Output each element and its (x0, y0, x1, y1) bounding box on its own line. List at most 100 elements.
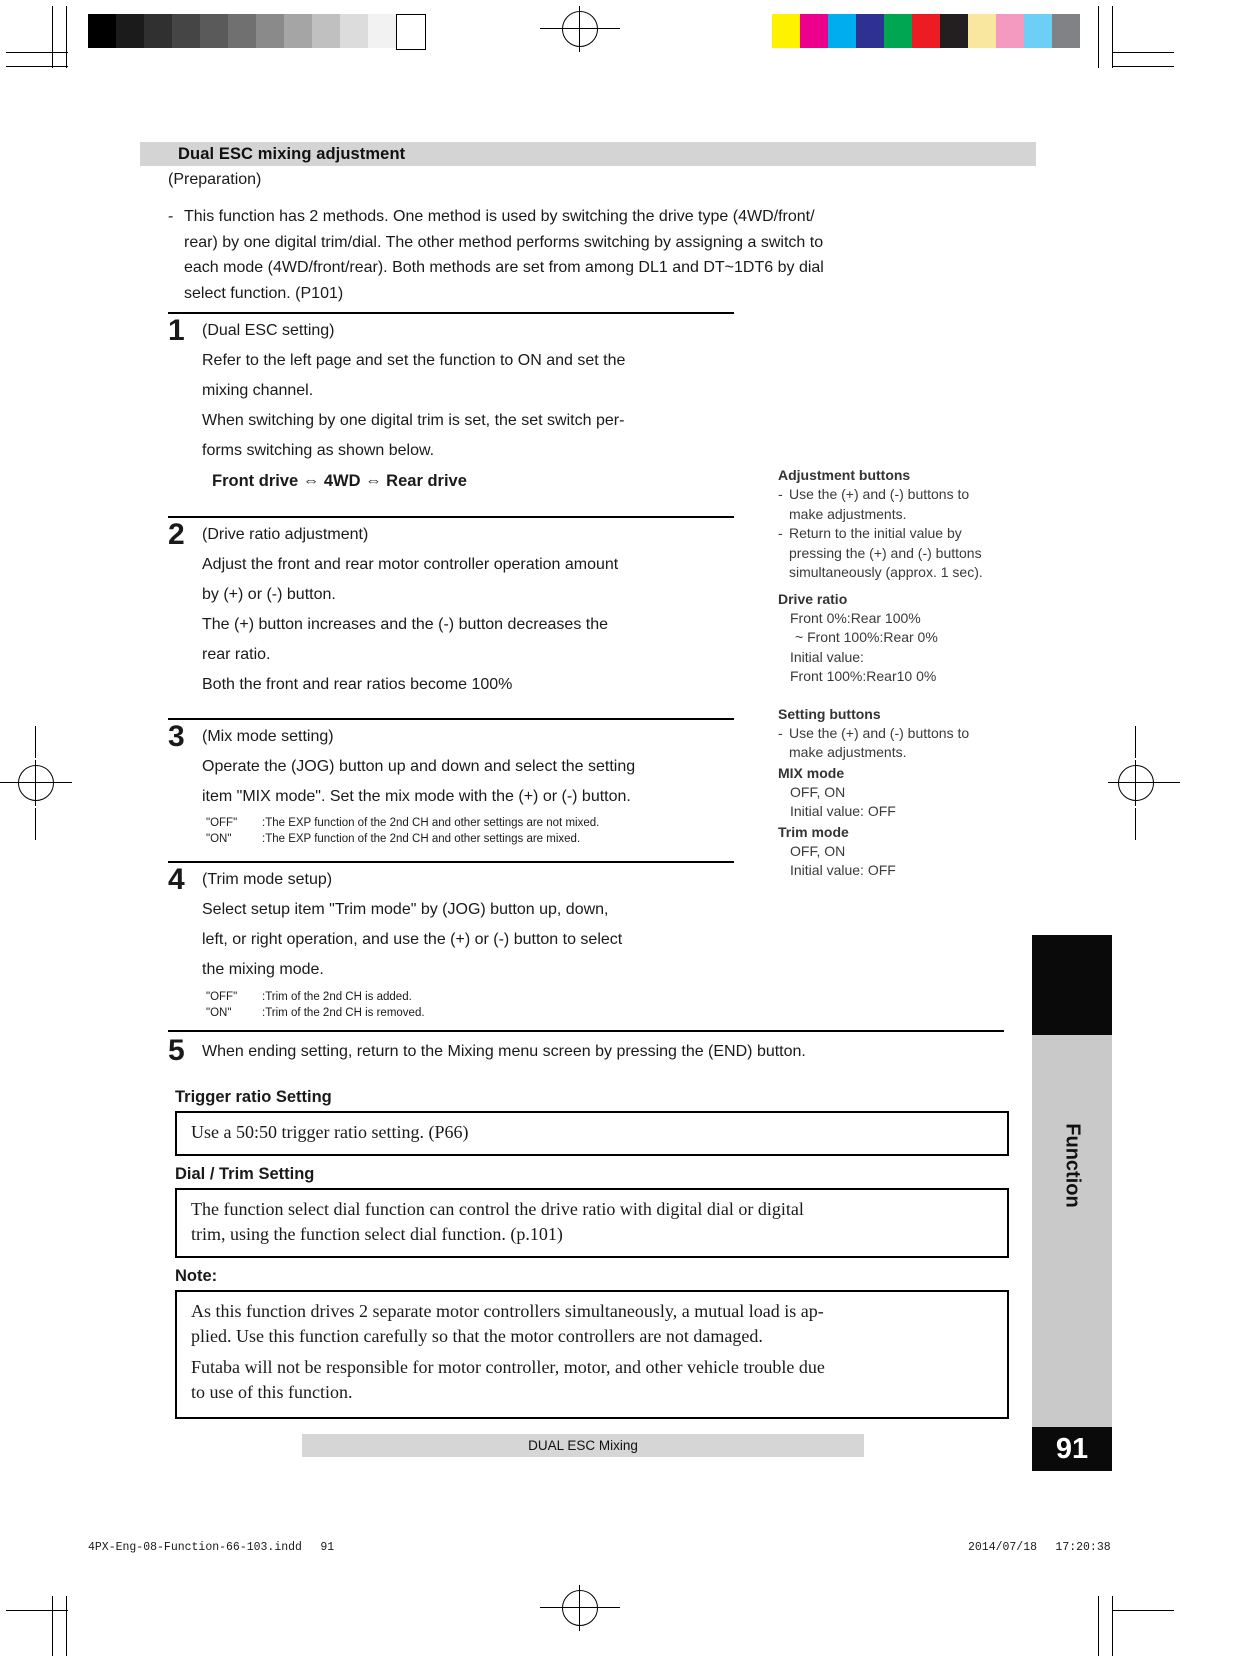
crop-mark-top-right-v (1112, 6, 1113, 68)
crop-mark-top-right-inner-h (1112, 66, 1174, 67)
dial-trim-line-1: The function select dial function can co… (191, 1199, 804, 1219)
legend-value: :The EXP function of the 2nd CH and othe… (262, 832, 581, 845)
step-3-title: (Mix mode setting) (202, 728, 334, 745)
lower-sections: Trigger ratio Setting Use a 50:50 trigge… (175, 1088, 1009, 1428)
step-4-para1-line1: Select setup item "Trim mode" by (JOG) b… (202, 901, 609, 918)
trim-mark-left-upper (35, 726, 36, 758)
greyscale-swatch-10 (368, 14, 396, 48)
step-1-para1-line2: mixing channel. (202, 382, 314, 399)
color-swatch-9 (1024, 14, 1052, 48)
preparation-text: This function has 2 methods. One method … (184, 204, 1004, 306)
bullet-dash: - (168, 208, 174, 225)
note-box: As this function drives 2 separate motor… (175, 1290, 1009, 1419)
color-swatch-4 (884, 14, 912, 48)
color-swatch-1 (800, 14, 828, 48)
registration-cross-bottom-h (540, 1607, 620, 1608)
color-swatch-3 (856, 14, 884, 48)
trigger-ratio-box: Use a 50:50 trigger ratio setting. (P66) (175, 1111, 1009, 1156)
chapter-tab-label: Function (1061, 1122, 1084, 1208)
preparation-line-1: This function has 2 methods. One method … (184, 208, 815, 225)
line: Return to the initial value by (789, 525, 962, 541)
mix-mode-line-1: OFF, ON (790, 783, 846, 800)
setting-bullet-1-text: Use the (+) and (-) buttons to make adju… (789, 724, 1018, 763)
step-2-para3: Both the front and rear ratios become 10… (202, 676, 513, 693)
adjustment-bullet-1: - Use the (+) and (-) buttons to make ad… (778, 485, 1018, 524)
step-2: 2 (Drive ratio adjustment) Adjust the fr… (168, 516, 734, 700)
adjustment-bullet-2-text: Return to the initial value by pressing … (789, 524, 1018, 583)
line: Use the (+) and (-) buttons to (789, 486, 970, 502)
line: Use the (+) and (-) buttons to (789, 724, 970, 741)
legend-key: "OFF" (206, 817, 238, 829)
legend-row: "OFF" :Trim of the 2nd CH is added. (206, 990, 734, 1006)
trim-mark-right-lower (1135, 808, 1136, 840)
greyscale-swatch-2 (144, 14, 172, 48)
crop-mark-top-right-inner-v (1098, 6, 1099, 68)
note-heading: Note: (175, 1267, 218, 1285)
registration-target-left (18, 765, 54, 801)
chapter-tab-marker (1032, 935, 1112, 1035)
drive-ratio-line-1: Front 0%:Rear 100% (790, 609, 921, 626)
trim-mode-line-2: Initial value: OFF (790, 862, 896, 878)
step-4-number: 4 (168, 863, 185, 896)
drive-ratio-line-4: Front 100%:Rear10 0% (790, 668, 937, 684)
color-calibration-strip (772, 14, 1080, 48)
preparation-bullet: - This function has 2 methods. One metho… (168, 204, 1004, 306)
registration-cross-left-v (35, 760, 36, 806)
registration-cross-right-v (1135, 760, 1136, 806)
greyscale-swatch-9 (340, 14, 368, 48)
legend-row: "ON" :Trim of the 2nd CH is removed. (206, 1006, 734, 1022)
step-2-para2-line1: The (+) button increases and the (-) but… (202, 616, 609, 633)
trim-mark-right-upper (1135, 726, 1136, 758)
note-section: Note: As this function drives 2 separate… (175, 1267, 1009, 1419)
crop-mark-top-left-inner-h (6, 66, 68, 67)
adjustment-bullet-1-text: Use the (+) and (-) buttons to make adju… (789, 485, 1018, 524)
dial-trim-box: The function select dial function can co… (175, 1188, 1009, 1258)
legend-value: :Trim of the 2nd CH is added. (262, 991, 412, 1003)
print-filename: 4PX-Eng-08-Function-66-103.indd 91 (88, 1541, 335, 1554)
greyscale-swatch-6 (256, 14, 284, 48)
step-3-para1-line2: item "MIX mode". Set the mix mode with t… (202, 788, 631, 805)
line: simultaneously (approx. 1 sec). (789, 564, 983, 580)
setting-buttons-heading: Setting buttons (778, 705, 881, 722)
crop-mark-top-left-inner-v (66, 6, 67, 68)
crop-mark-top-right-h (1112, 52, 1174, 53)
step-1-mid-heading: Front drive ⇔ 4WD ⇔ Rear drive (212, 472, 467, 490)
bullet-dash: - (778, 486, 783, 502)
bullet-dash: - (778, 724, 783, 741)
footer-caption: DUAL ESC Mixing (528, 1438, 638, 1453)
color-swatch-6 (940, 14, 968, 48)
step-5-number: 5 (168, 1034, 185, 1067)
dial-trim-line-2: trim, using the function select dial fun… (191, 1224, 563, 1244)
step-1-title: (Dual ESC setting) (202, 322, 335, 339)
preparation-line-4: select function. (P101) (184, 284, 344, 302)
step-3-para1-line1: Operate the (JOG) button up and down and… (202, 758, 636, 775)
step-4-para1-line3: the mixing mode. (202, 961, 324, 978)
step-2-para2-line2: rear ratio. (202, 646, 271, 663)
step-2-title: (Drive ratio adjustment) (202, 526, 369, 543)
registration-target-right (1118, 765, 1154, 801)
line: make adjustments. (789, 744, 907, 760)
greyscale-swatch-5 (228, 14, 256, 48)
trigger-ratio-section: Trigger ratio Setting Use a 50:50 trigge… (175, 1088, 1009, 1156)
step-2-number: 2 (168, 518, 185, 551)
crop-mark-bottom-right-h (1112, 1610, 1174, 1611)
note-para2-line1: Futaba will not be responsible for motor… (191, 1357, 825, 1377)
crop-mark-bottom-left-v (52, 1596, 53, 1656)
trim-mode-line-1: OFF, ON (790, 842, 846, 859)
step-2-para1-line2: by (+) or (-) button. (202, 586, 336, 603)
step-3-legend: "OFF" :The EXP function of the 2nd CH an… (168, 816, 734, 847)
step-1-para1-line1: Refer to the left page and set the funct… (202, 352, 626, 369)
line: make adjustments. (789, 505, 907, 522)
registration-cross-top-v (579, 6, 580, 52)
registration-cross-right-h (1108, 782, 1180, 783)
line: pressing the (+) and (-) buttons (789, 544, 982, 561)
footer-caption-bar: DUAL ESC Mixing (302, 1434, 864, 1457)
mix-mode-heading: MIX mode (778, 764, 845, 781)
section-title: Dual ESC mixing adjustment (178, 144, 406, 163)
crop-mark-top-left-v (52, 6, 53, 68)
step-1-number: 1 (168, 314, 185, 347)
page-number: 91 (1055, 1432, 1089, 1465)
registration-cross-top-h (540, 28, 620, 29)
greyscale-swatch-0 (88, 14, 116, 48)
greyscale-calibration-strip (88, 14, 426, 50)
